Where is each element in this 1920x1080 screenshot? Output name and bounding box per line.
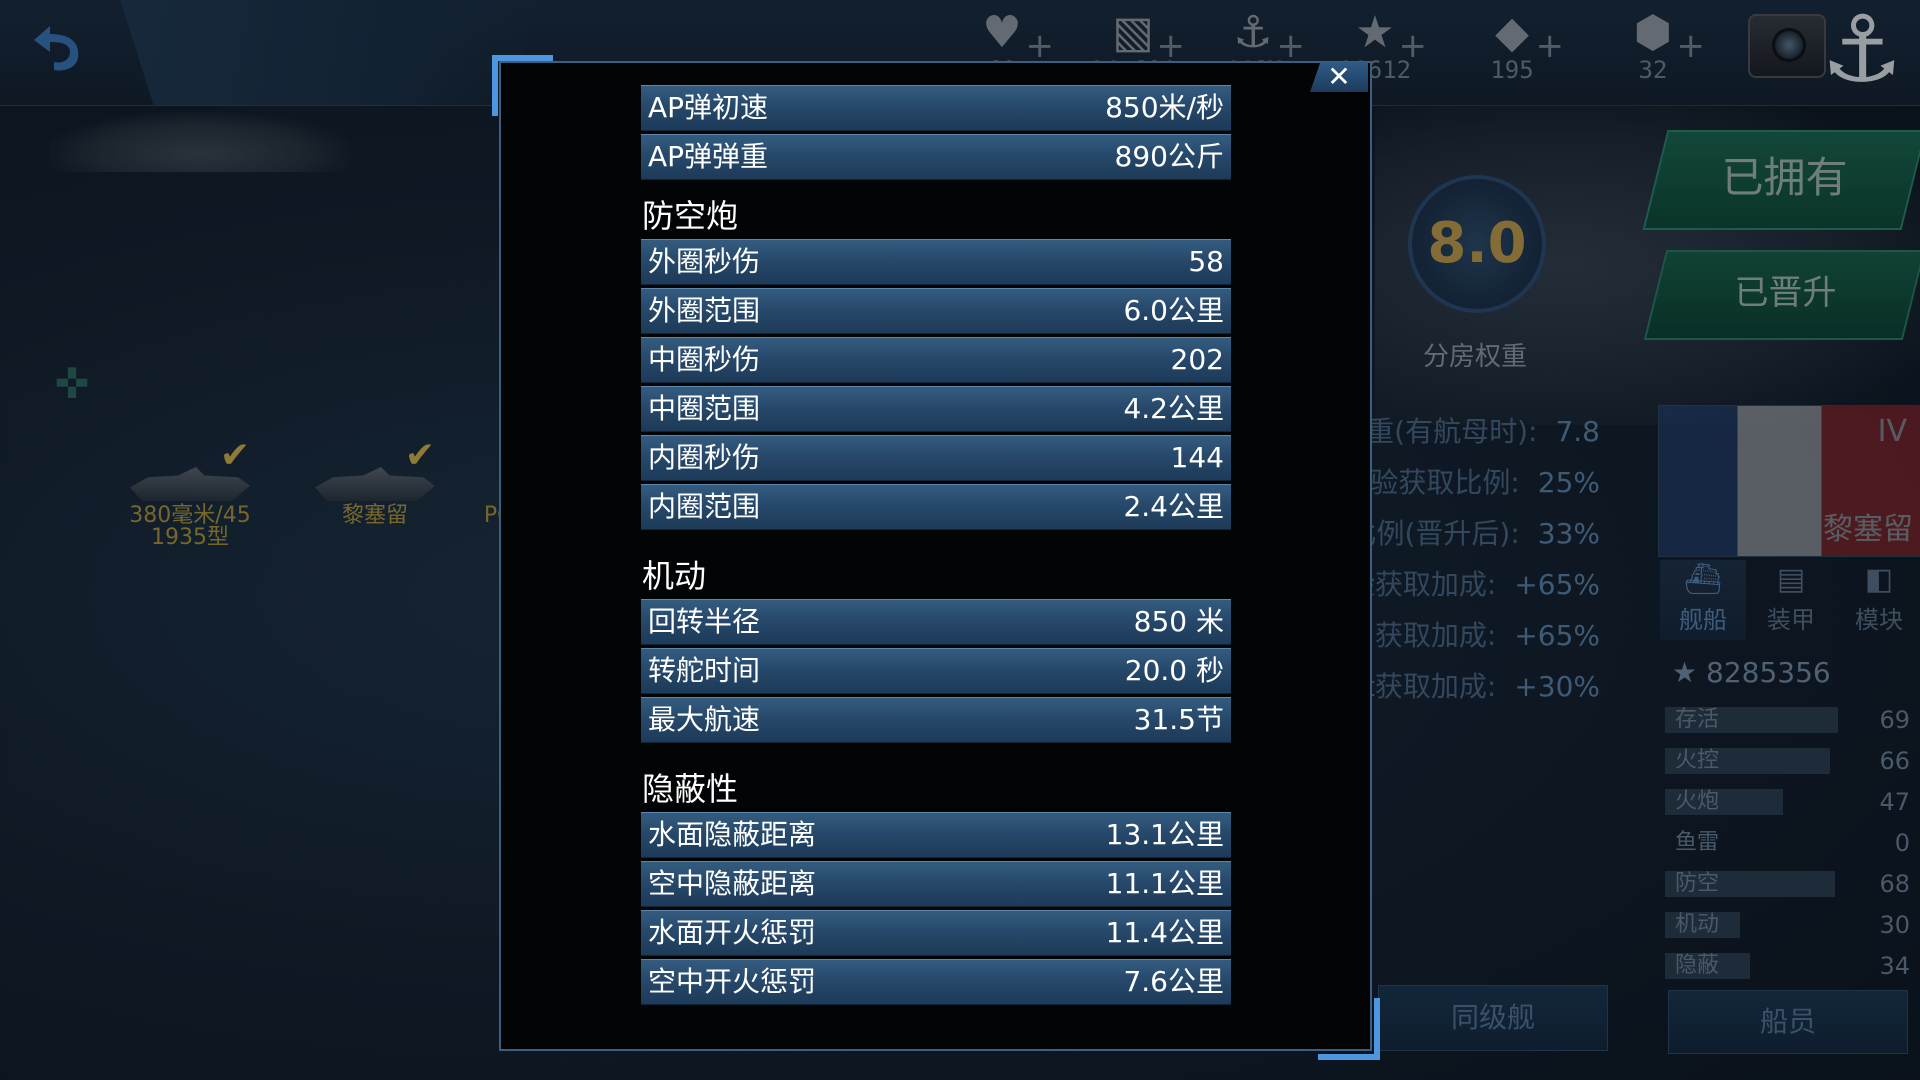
stat-row-label: AP弹初速 — [648, 91, 769, 124]
stat-row: 空中隐蔽距离 11.1公里 — [641, 861, 1231, 907]
stat-row: 水面隐蔽距离 13.1公里 — [641, 812, 1231, 858]
section-title: 防空炮 — [642, 197, 739, 235]
stat-row-label: 外圈秒伤 — [648, 245, 761, 278]
stat-row-label: 中圈秒伤 — [648, 343, 761, 376]
stat-row-value: 58 — [1188, 245, 1224, 278]
stat-row-label: 空中开火惩罚 — [648, 965, 817, 998]
stat-row-value: 850 米 — [1133, 605, 1224, 638]
stat-row: AP弹弹重 890公斤 — [641, 134, 1231, 180]
stat-row: 内圈范围 2.4公里 — [641, 484, 1231, 530]
stat-row: 外圈秒伤 58 — [641, 239, 1231, 285]
stat-row-label: 中圈范围 — [648, 392, 761, 425]
stat-row: 回转半径 850 米 — [641, 599, 1231, 645]
stat-row-value: 2.4公里 — [1123, 490, 1224, 523]
stat-row-label: 水面开火惩罚 — [648, 916, 817, 949]
stat-row-value: 144 — [1170, 441, 1224, 474]
stat-row-value: 850米/秒 — [1105, 91, 1224, 124]
stat-row-label: 外圈范围 — [648, 294, 761, 327]
stat-row-value: 890公斤 — [1114, 140, 1224, 173]
stat-row-label: 转舵时间 — [648, 654, 761, 687]
stat-row-label: 内圈秒伤 — [648, 441, 761, 474]
stat-row-label: 水面隐蔽距离 — [648, 818, 817, 851]
close-icon: ✕ — [1327, 60, 1351, 93]
stat-row-value: 31.5节 — [1133, 703, 1224, 736]
stat-row-value: 11.1公里 — [1105, 867, 1224, 900]
stat-row-label: 内圈范围 — [648, 490, 761, 523]
stat-row: 中圈范围 4.2公里 — [641, 386, 1231, 432]
stat-row-label: 最大航速 — [648, 703, 761, 736]
stat-row: 水面开火惩罚 11.4公里 — [641, 910, 1231, 956]
stat-row: 空中开火惩罚 7.6公里 — [641, 959, 1231, 1005]
section-title: 机动 — [642, 557, 707, 595]
stat-row-value: 6.0公里 — [1123, 294, 1224, 327]
stat-row: AP弹初速 850米/秒 — [641, 85, 1231, 131]
stat-row: 外圈范围 6.0公里 — [641, 288, 1231, 334]
stat-row-value: 20.0 秒 — [1124, 654, 1224, 687]
stat-row: 中圈秒伤 202 — [641, 337, 1231, 383]
stat-row-label: 回转半径 — [648, 605, 761, 638]
stat-row-value: 202 — [1170, 343, 1224, 376]
stat-row-label: AP弹弹重 — [648, 140, 769, 173]
stat-row: 最大航速 31.5节 — [641, 697, 1231, 743]
modal-corner-decoration — [492, 55, 553, 116]
stat-row: 转舵时间 20.0 秒 — [641, 648, 1231, 694]
stat-row: 内圈秒伤 144 — [641, 435, 1231, 481]
stat-row-value: 13.1公里 — [1105, 818, 1224, 851]
section-title: 隐蔽性 — [642, 770, 739, 808]
stat-row-label: 空中隐蔽距离 — [648, 867, 817, 900]
stat-row-value: 4.2公里 — [1123, 392, 1224, 425]
stat-row-value: 11.4公里 — [1105, 916, 1224, 949]
modal-corner-decoration — [1318, 998, 1380, 1060]
modal-stat-list: AP弹初速 850米/秒 AP弹弹重 890公斤防空炮外圈秒伤 58 外圈范围 6.0公里中… — [641, 85, 1231, 1008]
stat-row-value: 7.6公里 — [1123, 965, 1224, 998]
